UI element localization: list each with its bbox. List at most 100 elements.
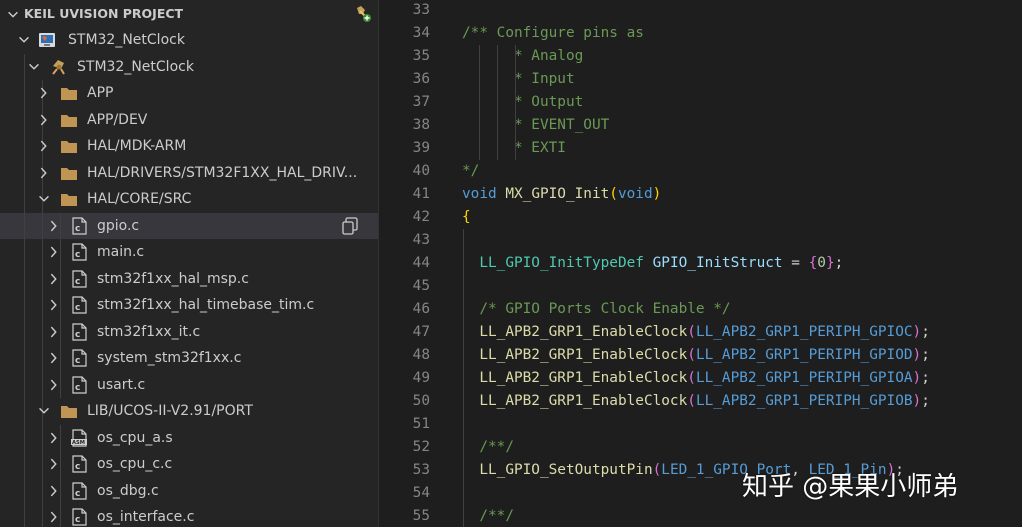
chevron-right-icon[interactable] [46, 244, 62, 260]
indent-guide [42, 504, 43, 527]
tree-item-label: stm32f1xx_hal_msp.c [97, 270, 249, 287]
tree-item[interactable]: STM32_NetClock [0, 27, 378, 54]
indent-guide [497, 45, 498, 160]
chevron-right-icon[interactable] [36, 85, 52, 101]
code-token: } [825, 255, 835, 271]
code-token: ) [912, 393, 922, 409]
tree-item[interactable]: c os_cpu_c.c [0, 451, 378, 478]
chevron-right-icon[interactable] [46, 430, 62, 446]
chevron-right-icon[interactable] [36, 138, 52, 154]
code-line[interactable]: 50 LL_APB2_GRP1_EnableClock(LL_APB2_GRP1… [380, 390, 1022, 413]
code-token: * Analog [462, 48, 584, 64]
tree-item[interactable]: HAL/CORE/SRC [0, 186, 378, 213]
tree-item-label: system_stm32f1xx.c [97, 350, 242, 366]
tree-item-label: LIB/UCOS-II-V2.91/PORT [87, 403, 253, 419]
chevron-right-icon[interactable] [46, 218, 62, 234]
chevron-right-icon[interactable] [46, 483, 62, 499]
chevron-right-icon[interactable] [46, 509, 62, 525]
tree-item[interactable]: c stm32f1xx_hal_msp.c [0, 265, 378, 292]
code-line[interactable]: 37 * Output [380, 91, 1022, 114]
indent-guide [24, 345, 25, 372]
line-number: 51 [412, 416, 430, 432]
code-token: ; [921, 347, 930, 363]
line-number: 39 [412, 140, 430, 156]
code-line[interactable]: 42 { [380, 206, 1022, 229]
code-line[interactable]: 33 [380, 0, 1022, 22]
tree-item[interactable]: HAL/DRIVERS/STM32F1XX_HAL_DRIV... [0, 159, 378, 186]
tree-item-label: APP [87, 85, 114, 101]
code-line[interactable]: 47 LL_APB2_GRP1_EnableClock(LL_APB2_GRP1… [380, 321, 1022, 344]
folder-icon [61, 194, 77, 206]
indent-guide [42, 239, 43, 266]
svg-text:ASM: ASM [72, 440, 85, 446]
chevron-right-icon[interactable] [46, 297, 62, 313]
tree-item[interactable]: c gpio.c [0, 212, 378, 239]
code-token: LL_APB2_GRP1_EnableClock [462, 370, 688, 386]
code-token: ) [912, 370, 922, 386]
code-line[interactable]: 40 */ [380, 160, 1022, 183]
indent-guide [24, 451, 25, 478]
tree-item[interactable]: LIB/UCOS-II-V2.91/PORT [0, 398, 378, 425]
tree-item[interactable]: STM32_NetClock [0, 53, 378, 80]
indent-guide [24, 265, 25, 292]
code-line[interactable]: 36 * Input [380, 68, 1022, 91]
sidebar-header[interactable]: KEIL UVISION PROJECT [0, 0, 378, 27]
chevron-right-icon[interactable] [36, 112, 52, 128]
code-line[interactable]: 48 LL_APB2_GRP1_EnableClock(LL_APB2_GRP1… [380, 344, 1022, 367]
code-editor[interactable]: 33 34/** Configure pins as 35 * Analog 36 *… [380, 0, 1022, 527]
code-line[interactable]: 51 [380, 413, 1022, 436]
code-line[interactable]: 35 * Analog [380, 45, 1022, 68]
code-text: * Analog [462, 45, 583, 68]
chevron-down-icon[interactable] [36, 403, 52, 419]
tree-item[interactable]: c usart.c [0, 371, 378, 398]
chevron-right-icon[interactable] [46, 456, 62, 472]
chevron-right-icon[interactable] [46, 350, 62, 366]
tree-item[interactable]: c os_interface.c [0, 504, 378, 527]
tree-item[interactable]: c main.c [0, 239, 378, 266]
code-line[interactable]: 52 /**/ [380, 436, 1022, 459]
tree-item[interactable]: APP/DEV [0, 106, 378, 133]
tree-item-label: STM32_NetClock [68, 32, 185, 48]
svg-text:c: c [75, 515, 80, 525]
code-line[interactable]: 43 [380, 229, 1022, 252]
indent-guide [24, 159, 25, 186]
code-line[interactable]: 45 [380, 275, 1022, 298]
code-token: /* GPIO Ports Clock Enable */ [462, 301, 731, 317]
chevron-down-icon[interactable] [6, 7, 20, 21]
chevron-down-icon[interactable] [16, 32, 32, 48]
code-token: * EVENT_OUT [462, 117, 610, 133]
indent-guide [42, 424, 43, 451]
code-token: { [808, 255, 818, 271]
indent-guide [42, 345, 43, 372]
chevron-down-icon[interactable] [26, 59, 42, 75]
tree-item[interactable]: c stm32f1xx_it.c [0, 318, 378, 345]
project-tree: STM32_NetClock STM32_NetClock APP APP/DEV HA… [0, 27, 378, 527]
chevron-right-icon[interactable] [46, 324, 62, 340]
tree-item[interactable]: c stm32f1xx_hal_timebase_tim.c [0, 292, 378, 319]
code-line[interactable]: 39 * EXTI [380, 137, 1022, 160]
code-line[interactable]: 46 /* GPIO Ports Clock Enable */ [380, 298, 1022, 321]
tree-item[interactable]: c system_stm32f1xx.c [0, 345, 378, 372]
code-token: ) [652, 186, 662, 202]
copy-file-icon[interactable] [341, 216, 359, 235]
chevron-down-icon[interactable] [36, 191, 52, 207]
code-line[interactable]: 38 * EVENT_OUT [380, 114, 1022, 137]
code-line[interactable]: 34 /** Configure pins as [380, 22, 1022, 45]
code-line[interactable]: 41 void MX_GPIO_Init(void) [380, 183, 1022, 206]
code-token: */ [462, 163, 480, 179]
tree-item[interactable]: c os_dbg.c [0, 477, 378, 504]
tree-item[interactable]: APP [0, 80, 378, 107]
chevron-right-icon[interactable] [46, 271, 62, 287]
code-line[interactable]: 44 LL_GPIO_InitTypeDef GPIO_InitStruct =… [380, 252, 1022, 275]
code-line[interactable]: 55 /**/ [380, 505, 1022, 527]
indent-guide [24, 133, 25, 160]
chevron-right-icon[interactable] [36, 165, 52, 181]
code-text: * EVENT_OUT [462, 114, 609, 137]
chevron-right-icon[interactable] [46, 377, 62, 393]
add-target-icon[interactable] [351, 3, 373, 25]
tree-item[interactable]: HAL/MDK-ARM [0, 133, 378, 160]
code-line[interactable]: 49 LL_APB2_GRP1_EnableClock(LL_APB2_GRP1… [380, 367, 1022, 390]
tree-item[interactable]: ASM os_cpu_a.s [0, 424, 378, 451]
indent-guide [24, 80, 25, 107]
